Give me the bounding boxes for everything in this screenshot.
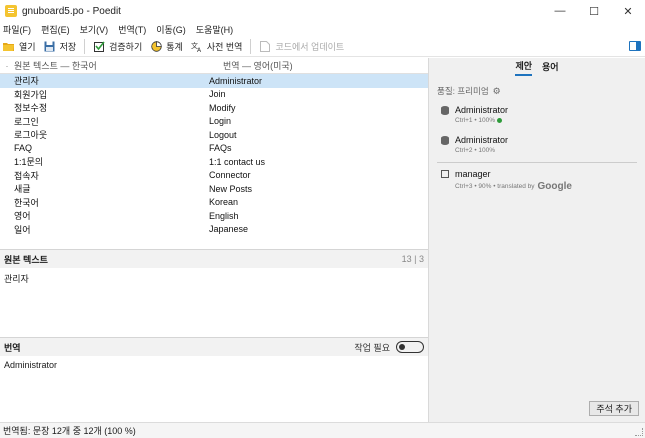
save-button[interactable]: 저장	[44, 40, 77, 53]
quality-label: 품질: 프리미엄	[437, 86, 489, 96]
suggestion-meta: Ctrl+3 • 90% • translated by	[455, 183, 535, 190]
menu-go[interactable]: 이동(G)	[156, 23, 186, 36]
pretranslate-button[interactable]: 文A 사전 번역	[191, 40, 243, 53]
validate-label: 검증하기	[109, 41, 143, 52]
window-title: gnuboard5.po - Poedit	[22, 5, 121, 17]
translation-header: 번역 작업 필요	[0, 338, 428, 356]
add-comment-button[interactable]: 주석 추가	[589, 401, 639, 416]
translate-icon: 文A	[191, 40, 203, 52]
list-item[interactable]: 1:1문의 1:1 contact us	[0, 155, 428, 169]
suggestion-text: manager	[455, 169, 491, 179]
suggestion-meta: Ctrl+2 • 100%	[455, 147, 496, 154]
translation-label: 번역	[4, 342, 21, 353]
source-text-content: 관리자	[4, 274, 29, 284]
status-bar: 번역됨: 문장 12개 중 12개 (100 %)	[0, 422, 645, 438]
source-text-panel: 원본 텍스트 13 | 3 관리자	[0, 249, 428, 337]
poedit-app-icon	[5, 5, 17, 17]
needs-work-toggle[interactable]	[396, 341, 424, 353]
source-text-header: 원본 텍스트 13 | 3	[0, 250, 428, 268]
pretranslate-label: 사전 번역	[206, 41, 243, 52]
menu-view[interactable]: 보기(V)	[80, 23, 109, 36]
list-item[interactable]: 정보수정 Modify	[0, 101, 428, 115]
translation-list[interactable]: 관리자 Administrator 회원가입 Join 정보수정 Modify 로그인…	[0, 74, 428, 236]
toolbar-separator	[84, 38, 86, 54]
suggestion-text: Administrator	[455, 135, 509, 145]
toolbar: 열기 저장 검증하기 통계 文A 사전 번역 코드에서 업데이트	[0, 36, 645, 57]
machine-translation-icon	[441, 170, 449, 178]
list-item[interactable]: 새글 New Posts	[0, 182, 428, 196]
line-column-indicator: 13 | 3	[401, 254, 424, 264]
menu-edit[interactable]: 편집(E)	[41, 23, 70, 36]
save-icon	[44, 40, 56, 52]
list-item[interactable]: 로그아웃 Logout	[0, 128, 428, 142]
status-column-header[interactable]: ·	[0, 61, 14, 71]
translation-column-header[interactable]: 번역 — 영어(미국)	[223, 59, 428, 72]
maximize-button[interactable]: ☐	[577, 0, 611, 22]
list-item[interactable]: 한국어 Korean	[0, 196, 428, 210]
suggestion-item[interactable]: Administrator Ctrl+1 • 100%	[429, 105, 645, 124]
checkbox-check-icon	[93, 40, 105, 52]
menu-file[interactable]: 파일(F)	[3, 23, 31, 36]
database-icon	[441, 135, 449, 145]
sidebar-tabs: 제안 용어	[429, 58, 645, 76]
translation-input[interactable]: Administrator	[0, 356, 428, 374]
tab-terms[interactable]: 용어	[542, 60, 559, 75]
list-item[interactable]: FAQ FAQs	[0, 142, 428, 156]
open-label: 열기	[19, 41, 36, 52]
suggestion-meta: Ctrl+1 • 100%	[455, 117, 496, 124]
translation-panel: 번역 작업 필요 Administrator	[0, 337, 428, 420]
needs-work-label: 작업 필요	[354, 342, 390, 353]
status-text: 번역됨: 문장 12개 중 12개 (100 %)	[3, 426, 136, 436]
svg-text:A: A	[197, 47, 202, 52]
check-icon	[497, 118, 503, 123]
open-button[interactable]: 열기	[3, 40, 36, 53]
folder-icon	[3, 40, 15, 52]
minimize-button[interactable]: —	[543, 0, 577, 22]
resize-grip-icon[interactable]	[635, 428, 643, 436]
list-item[interactable]: 로그인 Login	[0, 115, 428, 129]
title-bar: gnuboard5.po - Poedit — ☐ ✕	[0, 0, 645, 22]
statistics-label: 통계	[166, 41, 183, 52]
list-item[interactable]: 접속자 Connector	[0, 169, 428, 183]
validate-button[interactable]: 검증하기	[93, 40, 142, 53]
statistics-button[interactable]: 통계	[150, 40, 183, 53]
list-item[interactable]: 회원가입 Join	[0, 88, 428, 102]
sidebar-toggle-icon[interactable]	[629, 41, 641, 51]
source-column-header[interactable]: 원본 텍스트 — 한국어	[14, 59, 223, 72]
menu-bar: 파일(F) 편집(E) 보기(V) 번역(T) 이동(G) 도움말(H)	[0, 22, 645, 36]
save-label: 저장	[59, 41, 77, 52]
list-item[interactable]: 영어 English	[0, 209, 428, 223]
source-text-label: 원본 텍스트	[4, 254, 48, 265]
suggestion-item[interactable]: Administrator Ctrl+2 • 100%	[429, 135, 645, 154]
toolbar-separator	[250, 38, 252, 54]
list-item[interactable]: 관리자 Administrator	[0, 74, 428, 88]
needs-work-control[interactable]: 작업 필요	[354, 341, 424, 354]
suggestions-sidebar: 제안 용어 품질: 프리미엄 ⚙ Administrator Ctrl+1 • …	[428, 58, 645, 422]
update-from-code-label: 코드에서 업데이트	[275, 41, 345, 52]
suggestion-text: Administrator	[455, 105, 509, 115]
tab-suggestions[interactable]: 제안	[515, 59, 532, 76]
list-item[interactable]: 일어 Japanese	[0, 223, 428, 237]
menu-translation[interactable]: 번역(T)	[118, 23, 146, 36]
suggestion-item[interactable]: manager Ctrl+3 • 90% • translated by Goog…	[429, 169, 645, 192]
close-button[interactable]: ✕	[611, 0, 645, 22]
quality-indicator[interactable]: 품질: 프리미엄 ⚙	[429, 85, 645, 97]
google-logo: Google	[537, 181, 572, 192]
database-icon	[441, 105, 449, 115]
menu-help[interactable]: 도움말(H)	[196, 23, 233, 36]
pie-chart-icon	[150, 40, 162, 52]
list-header: · 원본 텍스트 — 한국어 번역 — 영어(미국)	[0, 58, 428, 74]
suggestion-divider	[437, 162, 637, 163]
update-from-code-button[interactable]: 코드에서 업데이트	[259, 40, 344, 53]
document-update-icon	[259, 40, 271, 52]
gear-icon[interactable]: ⚙	[493, 86, 501, 97]
